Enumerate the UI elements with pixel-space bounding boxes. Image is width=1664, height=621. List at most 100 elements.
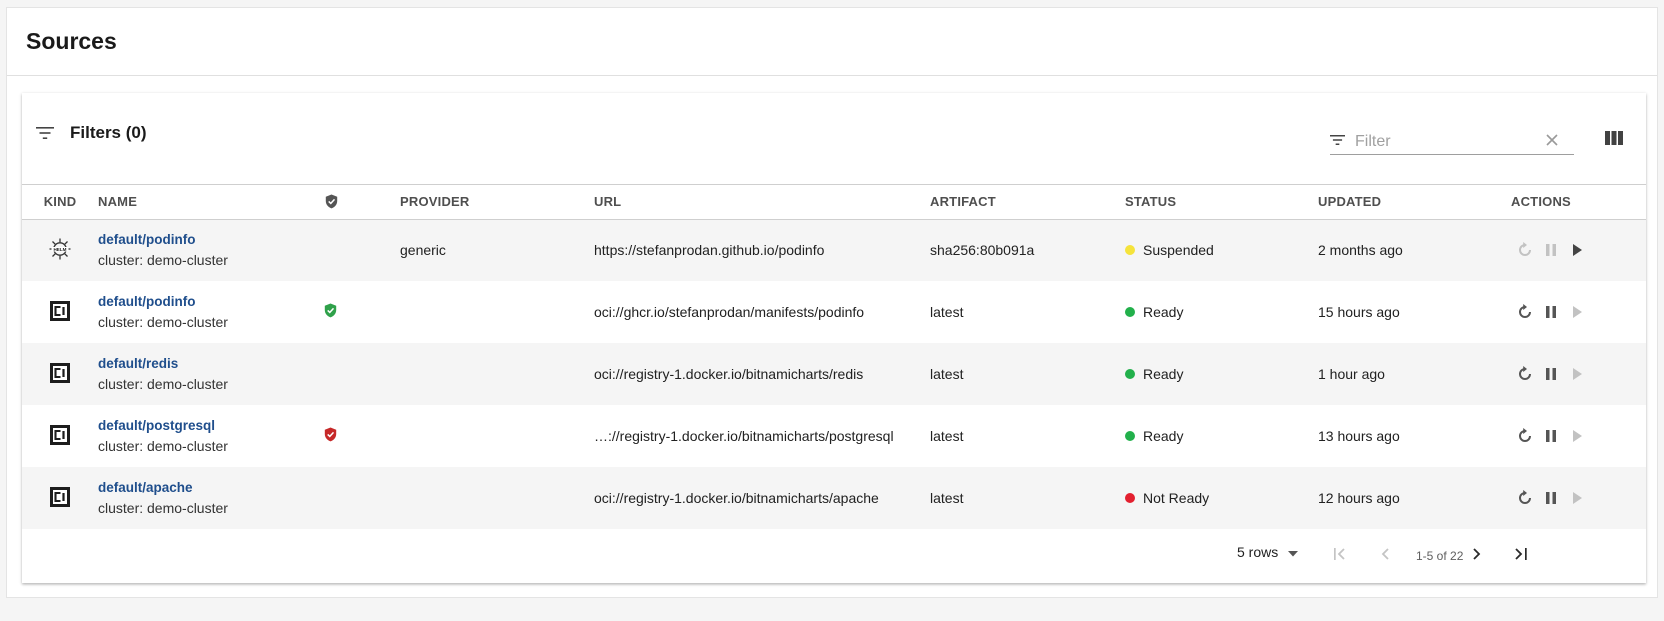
status-text: Ready bbox=[1143, 304, 1184, 320]
pause-icon[interactable] bbox=[1540, 425, 1562, 447]
updated-cell: 2 months ago bbox=[1318, 242, 1403, 259]
cluster-label: cluster: demo-cluster bbox=[98, 314, 228, 330]
verification-failed-shield-icon bbox=[324, 427, 337, 445]
last-page-icon[interactable] bbox=[1514, 547, 1528, 565]
verified-cell bbox=[324, 405, 400, 467]
column-header-verified[interactable] bbox=[324, 185, 400, 219]
updated-cell: 13 hours ago bbox=[1318, 428, 1400, 444]
url-cell: oci://registry-1.docker.io/bitnamicharts… bbox=[594, 490, 879, 506]
sync-icon[interactable] bbox=[1514, 425, 1536, 447]
source-name-link[interactable]: default/redis bbox=[98, 356, 324, 371]
page-container: Sources Filters (0) Filter KIND NAME PRO… bbox=[6, 7, 1658, 598]
sync-icon[interactable] bbox=[1514, 239, 1536, 261]
column-header-artifact[interactable]: Artifact bbox=[930, 185, 1125, 219]
status-cell: Suspended bbox=[1125, 219, 1318, 281]
sync-icon[interactable] bbox=[1514, 363, 1536, 385]
updated-cell: 1 hour ago bbox=[1318, 366, 1385, 382]
oci-icon bbox=[49, 424, 71, 449]
oci-icon bbox=[49, 300, 71, 325]
play-icon[interactable] bbox=[1566, 363, 1588, 385]
clear-filter-icon[interactable] bbox=[1546, 133, 1558, 151]
column-header-status[interactable]: Status bbox=[1125, 185, 1318, 219]
page-header: Sources bbox=[7, 8, 1657, 76]
url-cell: oci://registry-1.docker.io/bitnamicharts… bbox=[594, 366, 864, 382]
play-icon[interactable] bbox=[1566, 239, 1588, 261]
play-icon[interactable] bbox=[1566, 425, 1588, 447]
arrow-drop-down-icon bbox=[1288, 544, 1299, 560]
rows-per-page-select[interactable]: 5 rows bbox=[1237, 544, 1299, 560]
column-header-provider[interactable]: Provider bbox=[400, 185, 594, 219]
play-icon[interactable] bbox=[1566, 301, 1588, 323]
source-name-link[interactable]: default/podinfo bbox=[98, 294, 324, 309]
actions-cell bbox=[1506, 281, 1646, 343]
actions-cell bbox=[1506, 343, 1646, 405]
status-dot bbox=[1125, 493, 1135, 503]
pause-icon[interactable] bbox=[1540, 487, 1562, 509]
column-header-url[interactable]: URL bbox=[594, 185, 930, 219]
kind-cell: HELM bbox=[22, 219, 98, 281]
pagination-bar: 5 rows 1-5 of 22 bbox=[22, 530, 1646, 583]
status-dot bbox=[1125, 431, 1135, 441]
table-row: default/postgresql cluster: demo-cluster …… bbox=[22, 405, 1646, 467]
filters-button[interactable]: Filters (0) bbox=[36, 123, 147, 143]
verified-cell bbox=[324, 343, 400, 405]
table-header-row: Kind Name Provider URL Artifact Status U… bbox=[22, 185, 1646, 219]
status-text: Not Ready bbox=[1143, 490, 1210, 506]
sources-table-card: Filters (0) Filter KIND NAME PROVIDER UR… bbox=[22, 93, 1646, 583]
verified-cell bbox=[324, 281, 400, 343]
oci-icon bbox=[49, 486, 71, 511]
url-cell: https://stefanprodan.github.io/podinfo bbox=[594, 242, 825, 259]
actions-cell bbox=[1506, 467, 1646, 529]
previous-page-icon[interactable] bbox=[1380, 547, 1390, 565]
table-row: default/podinfo cluster: demo-cluster oci:… bbox=[22, 281, 1646, 343]
sync-icon[interactable] bbox=[1514, 487, 1536, 509]
column-header-updated[interactable]: Updated bbox=[1318, 185, 1506, 219]
table-row: default/redis cluster: demo-cluster oci://… bbox=[22, 343, 1646, 405]
cluster-label: cluster: demo-cluster bbox=[98, 252, 228, 269]
filter-list-icon bbox=[1330, 133, 1345, 151]
pause-icon[interactable] bbox=[1540, 239, 1562, 261]
updated-cell: 15 hours ago bbox=[1318, 304, 1400, 320]
column-header-name[interactable]: Name bbox=[98, 185, 324, 219]
helm-icon: HELM bbox=[48, 237, 72, 264]
status-dot bbox=[1125, 307, 1135, 317]
column-toggle-button[interactable] bbox=[1605, 131, 1623, 150]
shield-icon bbox=[324, 194, 400, 209]
provider-cell bbox=[400, 405, 594, 467]
status-cell: Ready bbox=[1125, 343, 1318, 405]
status-text: Ready bbox=[1143, 366, 1184, 382]
next-page-icon[interactable] bbox=[1472, 547, 1482, 565]
updated-cell: 12 hours ago bbox=[1318, 490, 1400, 506]
pause-icon[interactable] bbox=[1540, 301, 1562, 323]
kind-cell bbox=[22, 281, 98, 343]
first-page-icon[interactable] bbox=[1333, 547, 1347, 565]
kind-cell bbox=[22, 343, 98, 405]
page-title: Sources bbox=[26, 28, 117, 54]
status-dot bbox=[1125, 369, 1135, 379]
sync-icon[interactable] bbox=[1514, 301, 1536, 323]
status-text: Suspended bbox=[1143, 242, 1214, 259]
filter-input[interactable] bbox=[1355, 132, 1535, 151]
cluster-label: cluster: demo-cluster bbox=[98, 438, 228, 454]
rows-per-page-value: 5 rows bbox=[1237, 544, 1279, 560]
play-icon[interactable] bbox=[1566, 487, 1588, 509]
kind-cell bbox=[22, 467, 98, 529]
column-header-kind[interactable]: Kind bbox=[22, 185, 98, 219]
name-cell: default/postgresql cluster: demo-cluster bbox=[98, 405, 324, 467]
table-row: HELM default/podinfo cluster: demo-cluster… bbox=[22, 219, 1646, 281]
name-cell: default/podinfo cluster: demo-cluster bbox=[98, 281, 324, 343]
source-name-link[interactable]: default/apache bbox=[98, 480, 324, 495]
view-column-icon bbox=[1605, 131, 1623, 149]
page-range: 1-5 of 22 bbox=[1416, 549, 1464, 563]
source-name-link[interactable]: default/postgresql bbox=[98, 418, 324, 433]
source-name-link[interactable]: default/podinfo bbox=[98, 232, 324, 247]
artifact-cell: sha256:80b091a bbox=[930, 242, 1035, 259]
pause-icon[interactable] bbox=[1540, 363, 1562, 385]
artifact-cell: latest bbox=[930, 304, 964, 320]
status-cell: Ready bbox=[1125, 405, 1318, 467]
filter-field bbox=[1330, 129, 1574, 155]
cluster-label: cluster: demo-cluster bbox=[98, 376, 228, 392]
filters-label: Filters (0) bbox=[70, 123, 147, 142]
verified-shield-icon bbox=[324, 303, 337, 321]
column-header-actions: Actions bbox=[1511, 194, 1571, 210]
